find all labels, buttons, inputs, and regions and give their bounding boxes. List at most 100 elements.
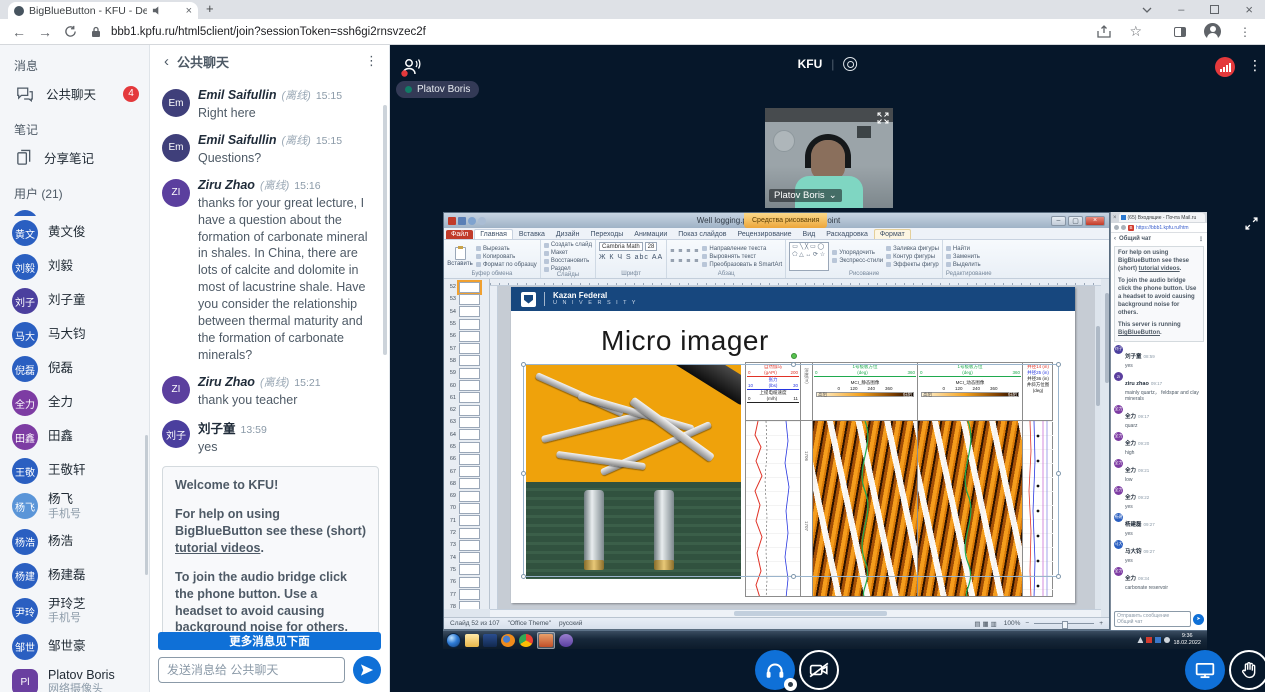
webcam-name-label[interactable]: Platov Boris⌄ [769, 189, 842, 202]
remote-send-button[interactable]: ➤ [1193, 614, 1204, 625]
more-messages-button[interactable]: 更多消息见下面 [158, 632, 381, 650]
share-icon[interactable] [1097, 25, 1111, 38]
ribbon-tab[interactable]: Вставка [514, 230, 550, 239]
webcam-fullscreen-icon[interactable] [877, 112, 889, 124]
slide-thumbnail[interactable]: 78 [444, 601, 489, 609]
tab-audio-icon[interactable] [152, 6, 161, 15]
talking-indicator-icon[interactable] [400, 57, 422, 77]
ppt-minimize-button[interactable]: – [1051, 216, 1066, 226]
ribbon-tab[interactable]: Рецензирование [732, 230, 796, 239]
remote-tab[interactable]: (65) Входящие - Почта Mail.ru [1119, 213, 1205, 222]
paste-button[interactable]: Вставить [447, 242, 473, 271]
screenshare-fullscreen-icon[interactable] [1245, 217, 1258, 230]
remote-tab-close-icon[interactable]: × [1113, 215, 1117, 221]
sidebar-item-shared-notes[interactable]: 分享笔记 [0, 142, 149, 173]
talking-user-pill[interactable]: Platov Boris [396, 81, 479, 98]
tutorial-videos-link[interactable]: tutorial videos [175, 541, 260, 555]
new-tab-button[interactable]: + [206, 1, 214, 16]
list-buttons[interactable]: ≡ ≡ ≡ ≡ [670, 248, 699, 255]
tray-icon[interactable] [1155, 637, 1161, 643]
ribbon-tab[interactable]: Показ слайдов [673, 230, 731, 239]
slide-thumbnail[interactable]: 54 [444, 306, 489, 318]
slide-thumbnail[interactable]: 72 [444, 527, 489, 539]
slide-thumbnail[interactable]: 77 [444, 588, 489, 600]
remote-url[interactable]: https://bbb1.kpfu.ru/htm [1136, 225, 1189, 231]
ppt-horizontal-scrollbar[interactable] [490, 609, 1101, 617]
ribbon-tab[interactable]: Раскадровка [821, 230, 873, 239]
shapes-gallery[interactable]: ▭ ╲ ╳ ▭ ◯ ⬠ △ ↔ ⟳ ☆ [789, 242, 829, 271]
browser-tab[interactable]: BigBlueButton - KFU - Def × [8, 2, 198, 19]
taskbar-clock[interactable]: 9:3618.02.2022 [1173, 633, 1203, 646]
ribbon-tab[interactable]: Анимации [629, 230, 672, 239]
tray-icon[interactable] [1146, 637, 1152, 643]
ribbon-command[interactable]: Восстановить [544, 258, 592, 264]
webcam-video[interactable]: Platov Boris⌄ [765, 108, 893, 208]
slide-thumbnail[interactable]: 67 [444, 465, 489, 477]
remote-chat-input[interactable]: Отправить сообщениеОбщий чат [1114, 611, 1191, 627]
slide-thumbnail[interactable]: 69 [444, 490, 489, 502]
font-name-box[interactable]: Cambria Math [599, 242, 643, 251]
ribbon-command[interactable]: Создать слайд [544, 242, 592, 248]
zoom-slider[interactable] [1034, 623, 1094, 624]
ribbon-command[interactable]: Заливка фигуры [886, 246, 939, 252]
chat-scrollbar[interactable] [383, 105, 387, 355]
sidebar-icon[interactable] [1174, 27, 1186, 37]
user-row[interactable]: 黄文 黄文俊 [0, 216, 149, 250]
ribbon-tab[interactable]: Формат [874, 229, 911, 239]
reload-icon[interactable] [64, 25, 77, 38]
ribbon-command[interactable]: Упорядочить [832, 250, 883, 256]
ribbon-tab[interactable]: Переходы [585, 230, 628, 239]
start-button[interactable] [446, 633, 461, 648]
tutorial-videos-link[interactable]: tutorial videos [1139, 266, 1180, 272]
ribbon-command[interactable]: Экспресс-стили [832, 258, 883, 264]
window-maximize-button[interactable] [1210, 5, 1219, 14]
ppt-close-button[interactable]: × [1085, 216, 1105, 226]
ribbon-tab[interactable]: Файл [446, 230, 473, 239]
slide-thumbnail[interactable]: 55 [444, 318, 489, 330]
volume-icon[interactable] [1164, 637, 1170, 643]
tab-close-icon[interactable]: × [186, 5, 192, 17]
slide-thumbnail[interactable]: 74 [444, 552, 489, 564]
slide-thumbnail[interactable]: 63 [444, 416, 489, 428]
bigbluebutton-link[interactable]: BigBlueButton [1118, 330, 1160, 336]
ribbon-command[interactable]: Копировать [476, 254, 537, 260]
screenshare-button[interactable] [1185, 650, 1225, 690]
slide-thumbnail[interactable]: 53 [444, 293, 489, 305]
slide-thumbnail[interactable]: 64 [444, 429, 489, 441]
profile-avatar[interactable] [1204, 23, 1221, 40]
remote-chat-back[interactable]: ‹ [1114, 236, 1116, 242]
webcam-share-button[interactable] [799, 650, 839, 690]
window-chevron-icon[interactable] [1142, 7, 1152, 13]
ribbon-command[interactable]: Направление текста [702, 246, 782, 252]
extension-icon[interactable]: В [1128, 225, 1134, 231]
view-buttons[interactable]: ▤▦▥ [974, 620, 998, 628]
slide-thumbnail[interactable]: 68 [444, 478, 489, 490]
slide-thumbnail[interactable]: 52 [444, 281, 489, 293]
lock-icon[interactable] [91, 26, 101, 38]
ribbon-command[interactable]: Выделить [946, 262, 981, 268]
slide-thumbnail[interactable]: 59 [444, 367, 489, 379]
user-row[interactable]: Pl Platov Boris网络摄像头 [0, 664, 149, 692]
ribbon-command[interactable]: Найти [946, 246, 981, 252]
user-row[interactable]: 全力 全力 [0, 386, 149, 420]
user-row[interactable]: 田鑫 田鑫 [0, 420, 149, 454]
slide-thumbnail[interactable]: 61 [444, 392, 489, 404]
firefox-icon[interactable] [501, 634, 515, 647]
send-message-button[interactable] [353, 656, 381, 684]
chat-options-icon[interactable]: ⋮ [365, 53, 379, 69]
user-row[interactable]: 杨建 杨建磊 [0, 559, 149, 593]
ribbon-command[interactable]: Вырезать [476, 246, 537, 252]
user-list-scrollbar[interactable] [145, 435, 148, 575]
ribbon-tab[interactable]: Дизайн [551, 230, 585, 239]
media-app-icon[interactable] [559, 634, 573, 647]
back-icon[interactable]: ← [12, 24, 26, 40]
powerpoint-icon[interactable] [539, 634, 553, 647]
chrome-icon[interactable] [519, 634, 533, 647]
bookmark-star-icon[interactable]: ☆ [1129, 23, 1142, 40]
user-row[interactable]: 倪磊 倪磊 [0, 352, 149, 386]
window-close-button[interactable]: × [1245, 2, 1253, 17]
slide-thumbnail[interactable]: 65 [444, 441, 489, 453]
ribbon-command[interactable]: Выровнять текст [702, 254, 782, 260]
user-row[interactable]: 刘子 刘子童 [0, 284, 149, 318]
thumbnails-scrollbar[interactable] [1105, 293, 1109, 383]
